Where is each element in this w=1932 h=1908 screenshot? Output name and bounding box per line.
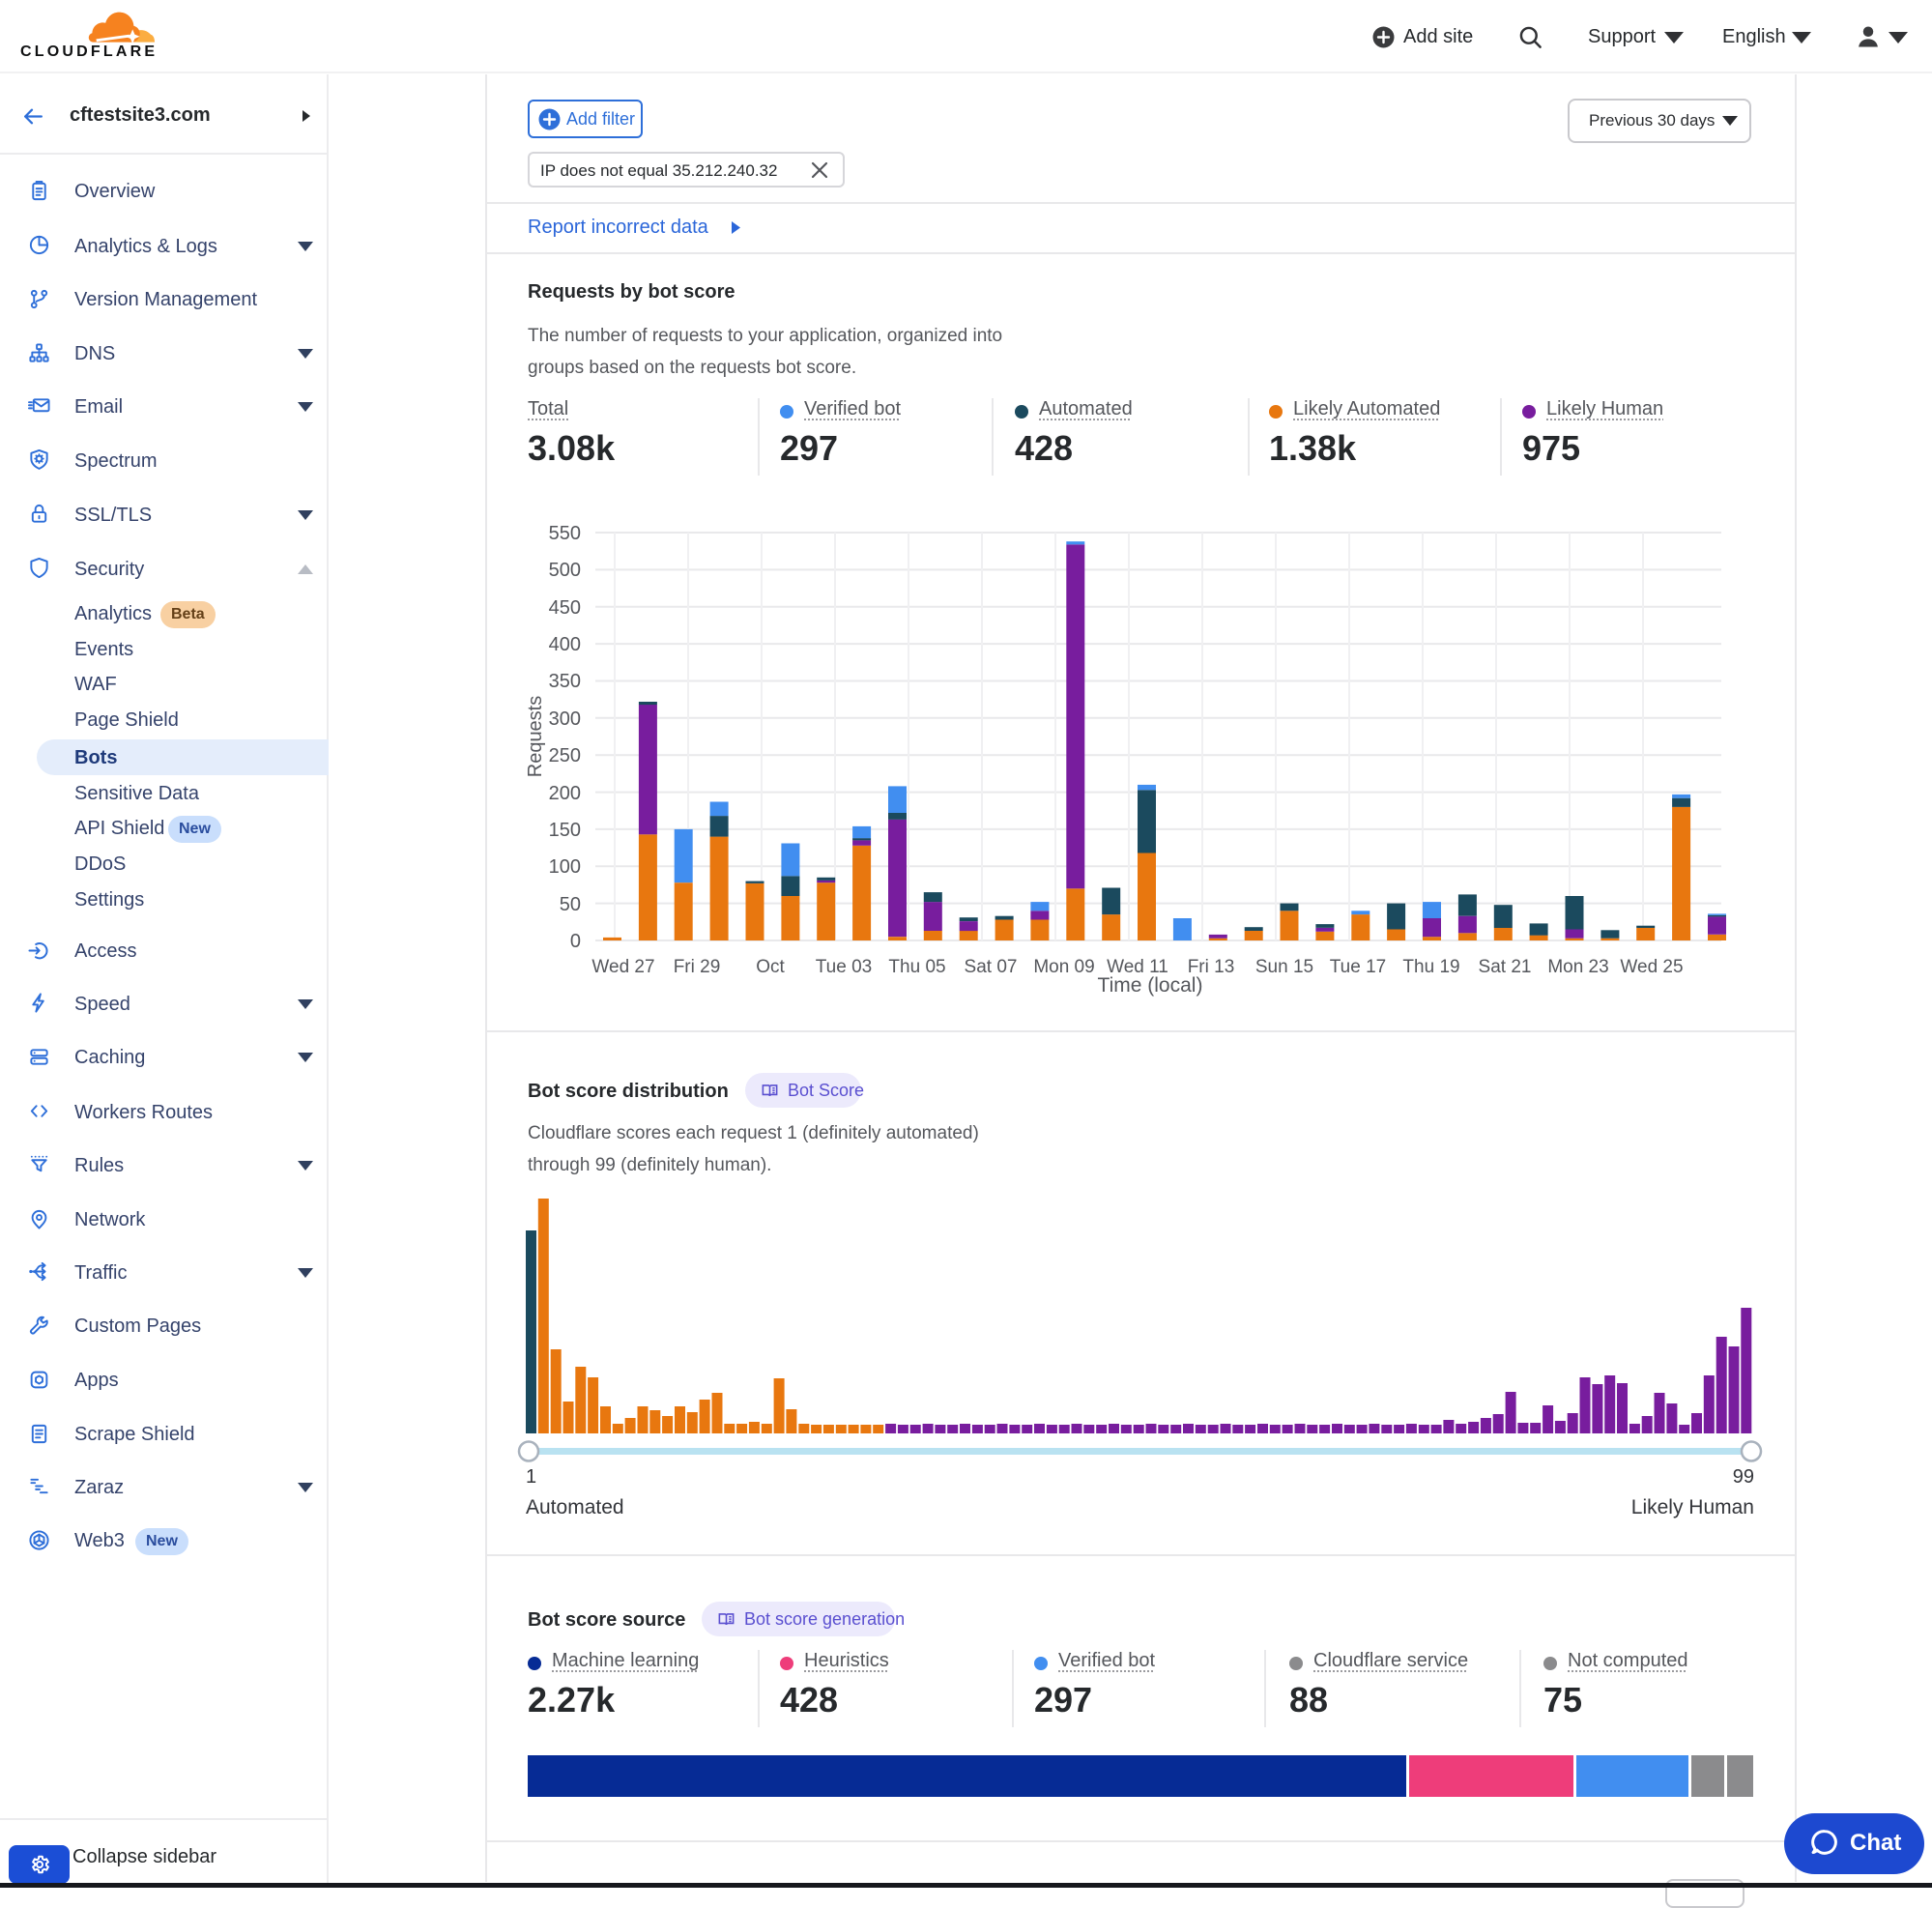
svg-text:Requests: Requests bbox=[525, 696, 546, 778]
svg-text:Thu 05: Thu 05 bbox=[888, 957, 945, 977]
svg-text:350: 350 bbox=[549, 671, 581, 692]
svg-text:Thu 19: Thu 19 bbox=[1402, 957, 1459, 977]
svg-text:Tue 17: Tue 17 bbox=[1330, 957, 1386, 977]
svg-text:99: 99 bbox=[1733, 1466, 1754, 1488]
svg-text:Likely Human: Likely Human bbox=[1631, 1496, 1754, 1518]
svg-text:Oct: Oct bbox=[756, 957, 785, 977]
svg-text:150: 150 bbox=[549, 820, 581, 841]
svg-text:Sat 21: Sat 21 bbox=[1479, 957, 1532, 977]
svg-text:Fri 29: Fri 29 bbox=[674, 957, 721, 977]
svg-text:Tue 03: Tue 03 bbox=[816, 957, 872, 977]
svg-text:550: 550 bbox=[549, 523, 581, 544]
svg-text:100: 100 bbox=[549, 856, 581, 878]
svg-text:Time (local): Time (local) bbox=[1098, 974, 1203, 997]
svg-text:450: 450 bbox=[549, 597, 581, 619]
svg-text:Mon 09: Mon 09 bbox=[1033, 957, 1094, 977]
svg-text:Wed 27: Wed 27 bbox=[591, 957, 654, 977]
svg-text:Automated: Automated bbox=[526, 1496, 624, 1518]
svg-text:200: 200 bbox=[549, 783, 581, 804]
svg-text:Wed 25: Wed 25 bbox=[1620, 957, 1683, 977]
svg-text:50: 50 bbox=[560, 894, 581, 915]
svg-text:0: 0 bbox=[570, 931, 581, 952]
svg-text:Sat 07: Sat 07 bbox=[965, 957, 1018, 977]
svg-text:400: 400 bbox=[549, 634, 581, 655]
svg-text:500: 500 bbox=[549, 560, 581, 581]
svg-text:1: 1 bbox=[526, 1466, 536, 1488]
svg-text:300: 300 bbox=[549, 708, 581, 730]
svg-text:Mon 23: Mon 23 bbox=[1547, 957, 1608, 977]
svg-text:Sun 15: Sun 15 bbox=[1255, 957, 1313, 977]
svg-text:250: 250 bbox=[549, 745, 581, 766]
